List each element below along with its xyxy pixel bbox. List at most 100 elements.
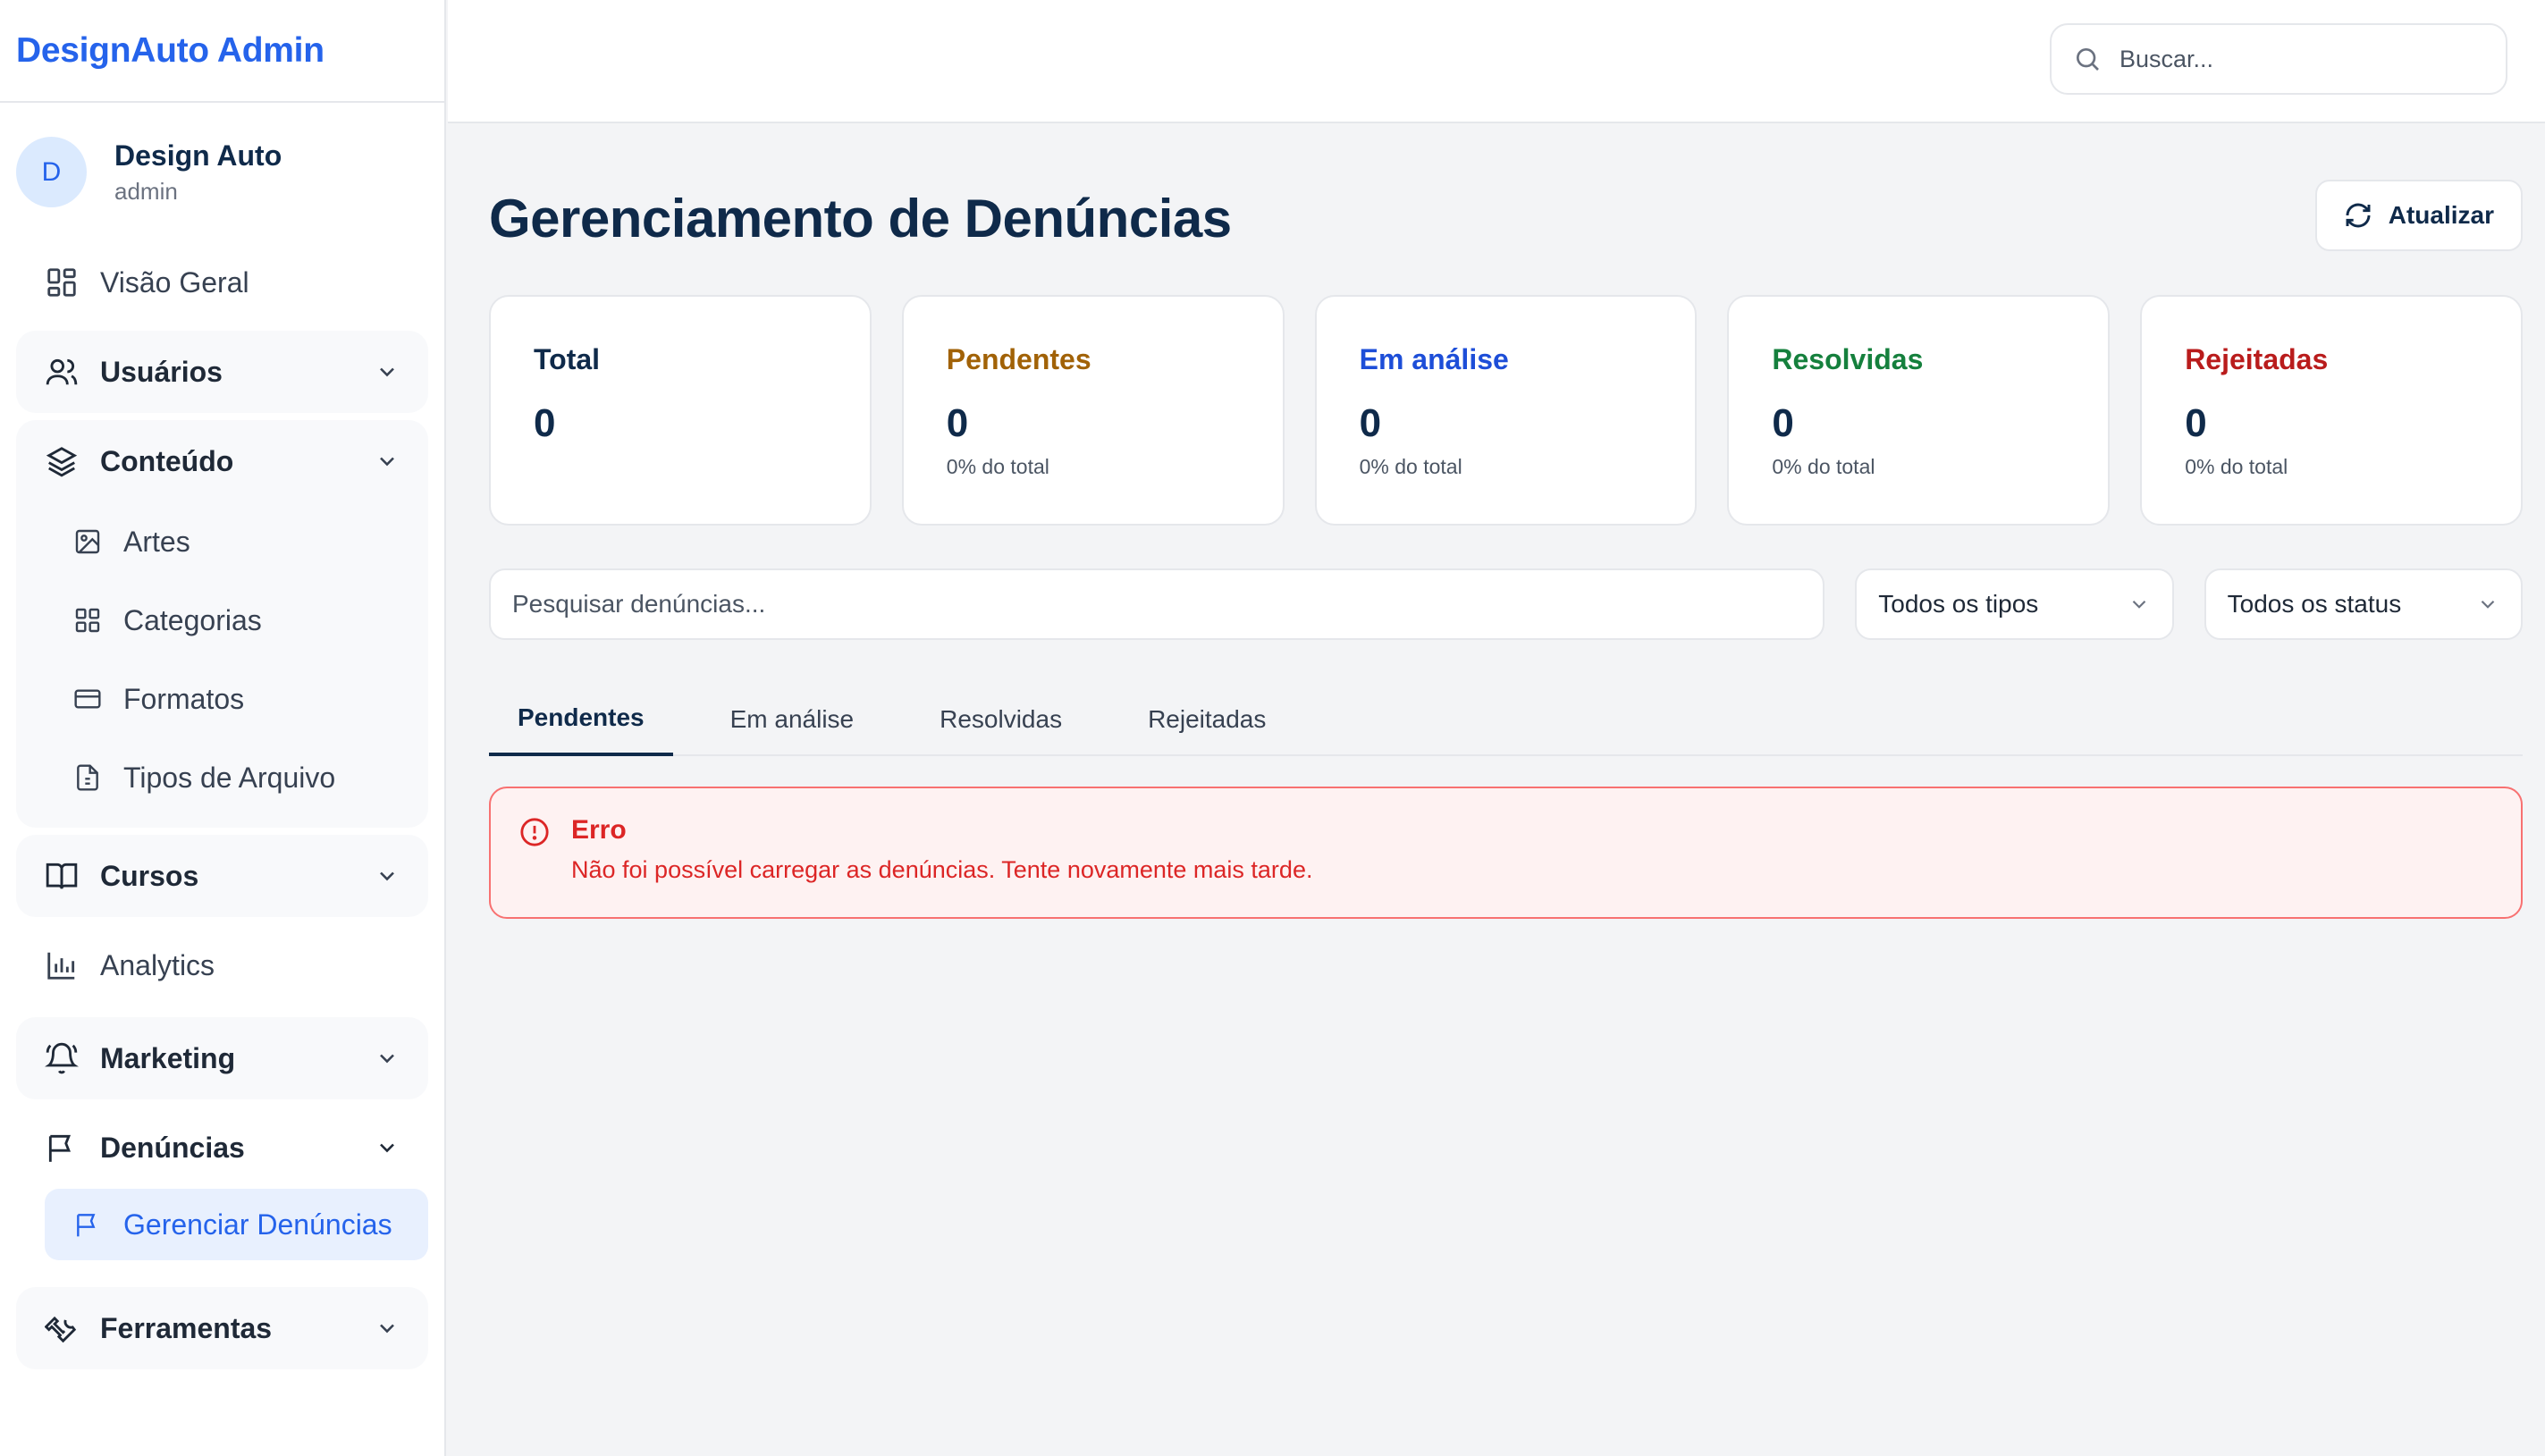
stat-card-in-review: Em análise 0 0% do total	[1314, 295, 1698, 526]
stat-label: Rejeitadas	[2185, 343, 2329, 375]
stat-value: 0	[534, 401, 556, 445]
brand-title[interactable]: DesignAuto Admin	[16, 31, 324, 71]
stat-card-rejected: Rejeitadas 0 0% do total	[2140, 295, 2523, 526]
user-role: admin	[114, 177, 178, 205]
stat-subtext: 0% do total	[946, 455, 1049, 478]
stat-label: Em análise	[1359, 343, 1509, 375]
sidebar-group-courses: Cursos	[16, 835, 428, 917]
user-info: Design Auto admin	[114, 139, 282, 206]
layers-icon	[46, 447, 78, 477]
refresh-button[interactable]: Atualizar	[2314, 180, 2523, 251]
stat-subtext: 0% do total	[1359, 455, 1462, 478]
status-tabs: Pendentes Em análise Resolvidas Rejeitad…	[489, 683, 2523, 756]
sidebar-group-content: Conteúdo Artes Categorias Formatos Tipos…	[16, 420, 428, 828]
bar-chart-icon	[47, 952, 75, 980]
alert-title: Erro	[571, 815, 627, 845]
type-filter-value: Todos os tipos	[1878, 590, 2039, 618]
chevron-down-icon	[380, 1054, 394, 1064]
status-filter-select[interactable]: Todos os status	[2204, 568, 2523, 640]
alert-circle-icon	[520, 818, 549, 846]
avatar[interactable]: D	[16, 137, 87, 207]
sidebar: DesignAuto Admin D Design Auto admin Vis…	[0, 0, 446, 1456]
sidebar-item-content[interactable]: Conteúdo	[16, 420, 428, 502]
reports-search-input[interactable]	[512, 590, 1764, 619]
book-icon	[46, 863, 78, 889]
sidebar-item-label: Analytics	[100, 948, 215, 981]
user-name: Design Auto	[114, 139, 282, 172]
topbar	[448, 0, 2545, 123]
search-icon	[2077, 48, 2099, 71]
sidebar-item-label: Formatos	[123, 682, 245, 715]
sidebar-item-label: Cursos	[100, 859, 199, 892]
page-header: Gerenciamento de Denúncias Atualizar	[489, 123, 2523, 313]
sidebar-item-label: Conteúdo	[100, 444, 234, 477]
chevron-down-icon	[2132, 600, 2145, 609]
tab-resolved[interactable]: Resolvidas	[911, 683, 1091, 756]
sidebar-item-reports[interactable]: Denúncias	[16, 1107, 428, 1189]
sidebar-item-categorias[interactable]: Categorias	[16, 581, 428, 660]
page-title: Gerenciamento de Denúncias	[489, 188, 1232, 248]
card-icon	[74, 689, 101, 709]
sidebar-item-label: Marketing	[100, 1041, 236, 1074]
image-icon	[75, 529, 100, 554]
sidebar-item-manage-reports[interactable]: Gerenciar Denúncias	[45, 1189, 428, 1260]
stat-value: 0	[2185, 401, 2207, 445]
dashboard-icon	[47, 268, 76, 297]
sidebar-group-marketing: Marketing	[16, 1017, 428, 1099]
sidebar-group-users: Usuários	[16, 331, 428, 413]
stat-value: 0	[1772, 401, 1794, 445]
sidebar-item-overview[interactable]: Visão Geral	[16, 241, 428, 324]
sidebar-item-artes[interactable]: Artes	[16, 502, 428, 581]
sidebar-item-courses[interactable]: Cursos	[16, 835, 428, 917]
stat-card-resolved: Resolvidas 0 0% do total	[1727, 295, 2111, 526]
chevron-down-icon	[380, 1324, 394, 1334]
file-icon	[77, 764, 98, 791]
sidebar-item-label: Visão Geral	[100, 265, 249, 299]
tab-in-review[interactable]: Em análise	[702, 683, 883, 756]
sidebar-item-label: Denúncias	[100, 1131, 245, 1164]
error-alert: Erro Não foi possível carregar as denúnc…	[489, 787, 2523, 919]
sidebar-item-label: Ferramentas	[100, 1311, 273, 1344]
chevron-down-icon	[2481, 600, 2495, 609]
chevron-down-icon	[380, 457, 394, 467]
sidebar-item-label: Tipos de Arquivo	[123, 761, 336, 794]
wrench-icon	[45, 1316, 77, 1343]
stats-cards: Total 0 Pendentes 0 0% do total Em análi…	[489, 295, 2523, 526]
chevron-down-icon	[380, 1143, 394, 1153]
chevron-down-icon	[380, 367, 394, 377]
sidebar-item-tipos-arquivo[interactable]: Tipos de Arquivo	[16, 738, 428, 817]
sidebar-group-tools: Ferramentas	[16, 1287, 428, 1369]
stat-subtext: 0% do total	[2185, 455, 2288, 478]
grid-icon	[75, 608, 100, 633]
filters-bar: Todos os tipos Todos os status	[489, 568, 2523, 640]
sidebar-item-formatos[interactable]: Formatos	[16, 660, 428, 738]
sidebar-item-label: Artes	[123, 525, 190, 558]
sidebar-item-label: Categorias	[123, 603, 262, 636]
stat-value: 0	[946, 401, 969, 445]
sidebar-item-marketing[interactable]: Marketing	[16, 1017, 428, 1099]
stat-subtext: 0% do total	[1772, 455, 1875, 478]
main-content: Gerenciamento de Denúncias Atualizar Tot…	[489, 123, 2523, 919]
sidebar-item-tools[interactable]: Ferramentas	[16, 1287, 428, 1369]
refresh-label: Atualizar	[2388, 201, 2494, 229]
bell-ring-icon	[45, 1042, 79, 1074]
global-search-input[interactable]	[2119, 45, 2477, 73]
sidebar-item-analytics[interactable]: Analytics	[16, 924, 428, 1006]
stat-label: Pendentes	[946, 343, 1091, 375]
stat-label: Total	[534, 343, 601, 375]
user-profile: D Design Auto admin	[0, 103, 444, 241]
flag-icon	[48, 1134, 72, 1162]
stat-card-total: Total 0	[489, 295, 872, 526]
type-filter-select[interactable]: Todos os tipos	[1855, 568, 2174, 640]
global-search[interactable]	[2050, 23, 2507, 95]
tab-rejected[interactable]: Rejeitadas	[1119, 683, 1294, 756]
reports-search[interactable]	[489, 568, 1825, 640]
refresh-icon	[2346, 203, 2371, 228]
sidebar-item-label: Usuários	[100, 355, 223, 388]
alert-body: Erro Não foi possível carregar as denúnc…	[571, 815, 1312, 890]
stat-label: Resolvidas	[1772, 343, 1924, 375]
chevron-down-icon	[380, 871, 394, 881]
sidebar-item-label: Gerenciar Denúncias	[123, 1208, 392, 1241]
sidebar-item-users[interactable]: Usuários	[16, 331, 428, 413]
tab-pending[interactable]: Pendentes	[489, 683, 673, 756]
